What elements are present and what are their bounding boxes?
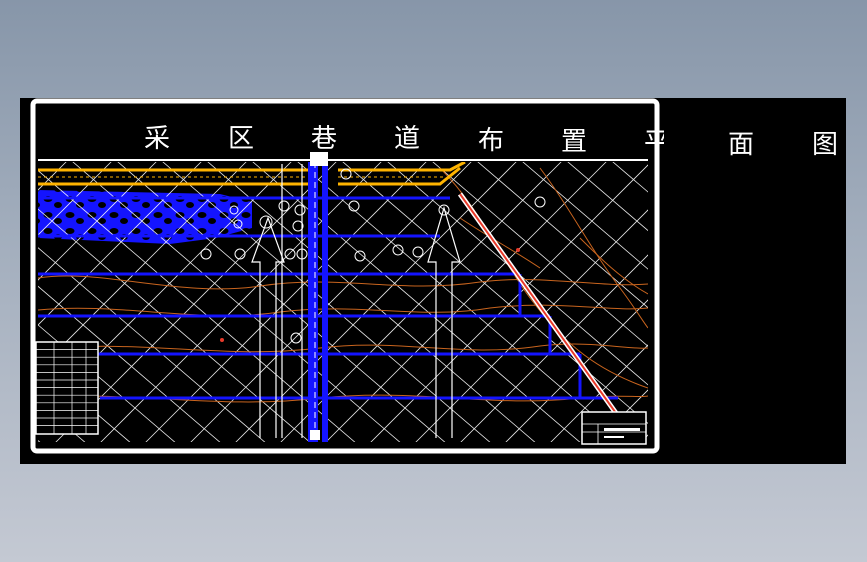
- grid-line: [765, 138, 846, 464]
- shaft-top-marker: [310, 152, 328, 166]
- title-char-6: 置: [561, 127, 588, 157]
- grid-line: [522, 162, 648, 270]
- title-char-9: 图: [812, 130, 839, 160]
- grid-line: [810, 138, 846, 464]
- grid-line: [675, 138, 846, 464]
- title-char-8: 面: [728, 130, 755, 160]
- grid-line: [145, 162, 427, 442]
- title-char-1: 采: [144, 124, 171, 154]
- grid-line: [280, 162, 562, 442]
- grid-line: [72, 162, 401, 442]
- grid-line: [100, 162, 382, 442]
- fault-line-core: [459, 193, 619, 417]
- survey-point: [516, 248, 520, 252]
- main-roadways: [308, 162, 328, 442]
- grid-line: [477, 162, 648, 309]
- title-char-3: 巷: [311, 124, 338, 154]
- title-char-4: 道: [394, 124, 421, 154]
- map-area: [38, 138, 846, 464]
- grid-line: [630, 138, 846, 464]
- grid-line: [765, 138, 846, 464]
- grid-line: [630, 138, 846, 464]
- coordinate-grid: [38, 138, 846, 464]
- grid-line: [550, 344, 648, 442]
- grid-line: [675, 138, 846, 464]
- title-char-2: 区: [228, 124, 255, 154]
- grid-line: [720, 138, 846, 464]
- legend-table: [35, 341, 99, 435]
- grid-line: [810, 138, 846, 464]
- grid-line: [720, 138, 846, 464]
- grid-line: [162, 162, 491, 442]
- survey-point: [220, 338, 224, 342]
- title-char-5: 布: [478, 126, 505, 156]
- grid-line: [117, 162, 446, 442]
- shaft-bottom-marker: [310, 430, 320, 440]
- grid-line: [235, 162, 517, 442]
- grid-line: [387, 162, 648, 386]
- cad-viewport[interactable]: 采 区 巷 道 布 置 平 面 图: [20, 98, 846, 464]
- grid-line: [415, 209, 648, 442]
- grid-line: [342, 162, 648, 424]
- title-block: [581, 411, 647, 445]
